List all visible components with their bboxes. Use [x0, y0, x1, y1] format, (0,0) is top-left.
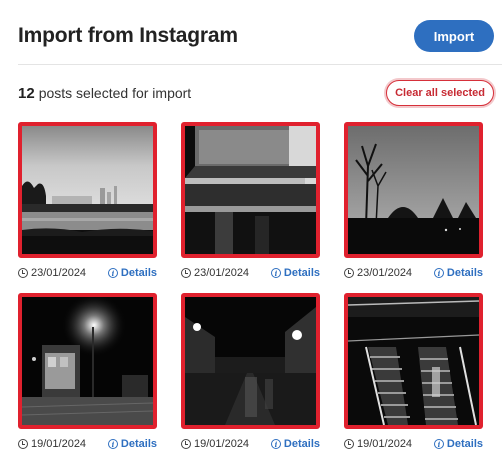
- details-link[interactable]: i Details: [270, 438, 320, 450]
- post-thumbnail-night-street[interactable]: [181, 293, 320, 429]
- details-link[interactable]: i Details: [107, 267, 157, 279]
- post-meta: 23/01/2024 i Details: [18, 266, 157, 280]
- post-thumbnail-escalators[interactable]: [344, 293, 483, 429]
- post-thumbnail-park-lake[interactable]: [18, 122, 157, 258]
- escalators-photo: [348, 297, 479, 425]
- details-link[interactable]: i Details: [107, 438, 157, 450]
- clock-icon: [181, 439, 191, 449]
- clock-icon: [18, 439, 28, 449]
- info-icon: i: [270, 439, 281, 449]
- info-icon: i: [270, 268, 281, 278]
- clock-icon: [344, 268, 354, 278]
- info-icon: i: [107, 439, 118, 449]
- concrete-steps-photo: [185, 126, 316, 254]
- park-lake-photo: [22, 126, 153, 254]
- post-meta: 23/01/2024 i Details: [181, 266, 320, 280]
- import-page: Import from Instagram Import 12 posts sel…: [0, 0, 502, 459]
- info-icon: i: [433, 268, 444, 278]
- info-icon: i: [107, 268, 118, 278]
- post-date: 19/01/2024: [344, 438, 412, 450]
- post-card: 19/01/2024 i Details: [181, 293, 320, 451]
- post-date: 23/01/2024: [18, 267, 86, 279]
- selection-summary: 12 posts selected for import: [18, 85, 191, 102]
- info-icon: i: [433, 439, 444, 449]
- post-card: 23/01/2024 i Details: [18, 122, 157, 280]
- clear-all-selected-button[interactable]: Clear all selected: [386, 80, 494, 106]
- page-title: Import from Instagram: [18, 24, 238, 47]
- post-thumbnail-concrete-steps[interactable]: [181, 122, 320, 258]
- clock-icon: [181, 268, 191, 278]
- post-meta: 19/01/2024 i Details: [344, 437, 483, 451]
- post-card: 19/01/2024 i Details: [18, 293, 157, 451]
- clock-icon: [344, 439, 354, 449]
- post-card: 23/01/2024 i Details: [181, 122, 320, 280]
- import-button[interactable]: Import: [414, 20, 494, 52]
- post-card: 23/01/2024 i Details: [344, 122, 483, 280]
- clock-icon: [18, 268, 28, 278]
- post-meta: 19/01/2024 i Details: [181, 437, 320, 451]
- night-kiosk-photo: [22, 297, 153, 425]
- bare-trees-photo: [348, 126, 479, 254]
- night-street-photo: [185, 297, 316, 425]
- post-date: 23/01/2024: [181, 267, 249, 279]
- divider: [18, 64, 502, 65]
- selection-bar: 12 posts selected for import Clear all se…: [18, 78, 494, 108]
- post-thumbnail-night-kiosk[interactable]: [18, 293, 157, 429]
- post-meta: 23/01/2024 i Details: [344, 266, 483, 280]
- selection-text: posts selected for import: [38, 84, 192, 101]
- details-link[interactable]: i Details: [433, 438, 483, 450]
- details-link[interactable]: i Details: [433, 267, 483, 279]
- header: Import from Instagram Import: [18, 12, 494, 60]
- selection-count: 12: [18, 84, 35, 102]
- details-link[interactable]: i Details: [270, 267, 320, 279]
- post-date: 19/01/2024: [181, 438, 249, 450]
- post-card: 19/01/2024 i Details: [344, 293, 483, 451]
- post-date: 23/01/2024: [344, 267, 412, 279]
- post-thumbnail-bare-trees[interactable]: [344, 122, 483, 258]
- post-date: 19/01/2024: [18, 438, 86, 450]
- post-meta: 19/01/2024 i Details: [18, 437, 157, 451]
